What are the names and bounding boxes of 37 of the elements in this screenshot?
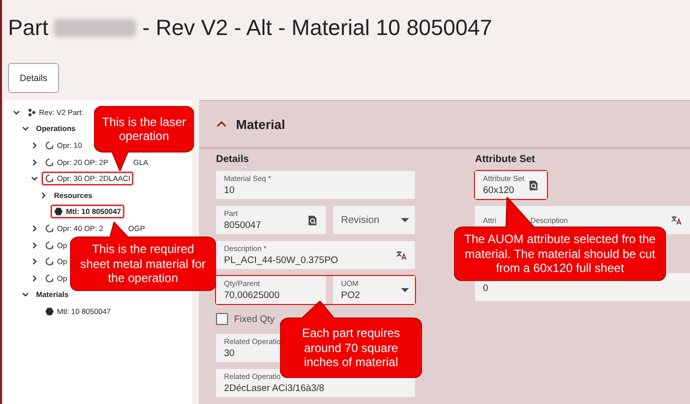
- chevron-right-icon[interactable]: [30, 257, 39, 266]
- dropdown-arrow-icon[interactable]: [401, 218, 409, 222]
- translate-icon[interactable]: [396, 250, 407, 260]
- partial-circle-icon: [45, 224, 54, 233]
- search-icon[interactable]: [528, 180, 539, 190]
- chevron-up-icon[interactable]: [216, 120, 227, 128]
- callout-tooltip: Each part requires around 70 square inches of material: [280, 301, 422, 378]
- partial-circle-icon: [45, 257, 54, 266]
- page-title: - Rev V2 - Alt - Material 10 8050047: [142, 15, 492, 41]
- chevron-down-icon[interactable]: [21, 124, 30, 134]
- chevron-right-icon[interactable]: [30, 140, 39, 150]
- checkbox-label: Fixed Qty: [234, 314, 275, 324]
- search-icon[interactable]: [307, 214, 318, 226]
- partial-circle-icon: [45, 140, 54, 150]
- chevron-down-icon[interactable]: [21, 290, 30, 300]
- hexagon-icon: [45, 306, 54, 316]
- chevron-right-icon[interactable]: [39, 190, 48, 200]
- partial-circle-icon: [45, 158, 54, 167]
- chevron-right-icon[interactable]: [30, 224, 39, 233]
- chevron-right-icon[interactable]: [30, 240, 39, 250]
- partial-circle-icon: [45, 240, 54, 250]
- dots-icon: [27, 108, 36, 117]
- page-title: Part: [8, 15, 48, 41]
- section-title: Material: [236, 116, 286, 132]
- dropdown-arrow-icon[interactable]: [401, 288, 409, 292]
- group-heading: Attribute Set: [475, 153, 536, 167]
- partial-circle-icon: [45, 174, 54, 184]
- partial-circle-icon: [45, 274, 54, 283]
- details-button[interactable]: Details: [8, 63, 59, 93]
- chevron-right-icon[interactable]: [30, 274, 39, 283]
- chevron-down-icon[interactable]: [30, 174, 39, 184]
- chevron-right-icon[interactable]: [30, 158, 39, 167]
- hexagon-icon: [54, 207, 63, 216]
- checkbox[interactable]: [216, 313, 228, 325]
- input-field[interactable]: Revision: [333, 206, 415, 234]
- translate-icon[interactable]: [671, 214, 682, 226]
- group-heading: Details: [216, 153, 250, 167]
